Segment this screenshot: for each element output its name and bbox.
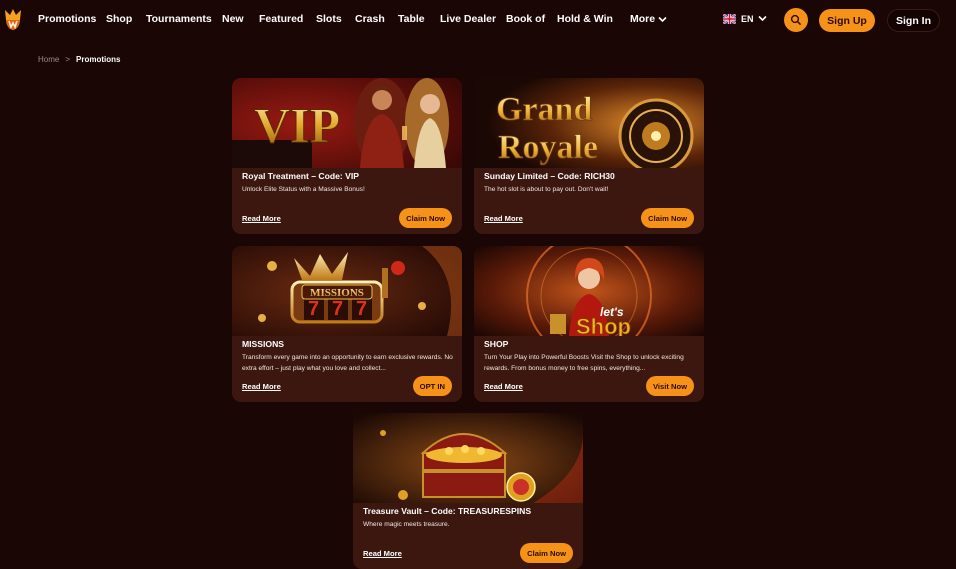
nav-promotions[interactable]: Promotions (38, 13, 96, 25)
claim-now-button[interactable]: Claim Now (399, 208, 452, 228)
nav-new[interactable]: New (222, 13, 244, 25)
promo-image-treasure-vault (353, 413, 583, 503)
nav-hold-and-win[interactable]: Hold & Win (557, 13, 613, 25)
nav-table[interactable]: Table (398, 13, 425, 25)
promo-card-shop: let's Shop SHOP Turn Your Play into Powe… (474, 246, 704, 402)
promo-title: SHOP (484, 339, 509, 349)
visit-now-button[interactable]: Visit Now (645, 376, 694, 396)
promo-image-shop: let's Shop (474, 246, 704, 336)
promo-image-grand-royale: Grand Royale (474, 78, 704, 168)
breadcrumb: Home > Promotions (38, 55, 120, 64)
nav-live-dealer[interactable]: Live Dealer (440, 13, 496, 25)
read-more-link[interactable]: Read More (242, 382, 281, 391)
vip-banner-text: VIP (254, 97, 340, 153)
claim-now-button[interactable]: Claim Now (641, 208, 694, 228)
promo-card-sunday-limited: Grand Royale Sunday Limited – Code: RICH… (474, 78, 704, 234)
promo-description: Unlock Elite Status with a Massive Bonus… (242, 186, 365, 193)
promo-description: Transform every game into an opportunity… (242, 354, 453, 372)
missions-banner-art: 7 7 7 MISSIONS (232, 246, 462, 336)
chevron-down-icon[interactable] (657, 14, 668, 25)
svg-text:7: 7 (356, 298, 367, 320)
promo-title: Sunday Limited – Code: RICH30 (484, 171, 615, 181)
promo-image-vip: VIP (232, 78, 462, 168)
promo-description: Turn Your Play into Powerful Boosts Visi… (484, 354, 684, 372)
promo-description: Where magic meets treasure. (363, 521, 450, 528)
search-icon (790, 14, 802, 26)
chevron-down-icon (758, 15, 767, 22)
nav-slots[interactable]: Slots (316, 13, 342, 25)
language-label: EN (741, 14, 754, 24)
promo-card-treasure-vault: Treasure Vault – Code: TREASURESPINS Whe… (353, 413, 583, 569)
claim-now-button[interactable]: Claim Now (520, 543, 573, 563)
read-more-link[interactable]: Read More (363, 549, 402, 558)
nav-more[interactable]: More (630, 13, 655, 25)
promo-description: The hot slot is about to pay out. Don't … (484, 186, 609, 193)
grand-royale-banner-art: Grand Royale (474, 78, 704, 168)
site-header: Promotions Shop Tournaments New Featured… (0, 0, 956, 40)
svg-text:7: 7 (332, 298, 343, 320)
nav-crash[interactable]: Crash (355, 13, 385, 25)
uk-flag-icon (723, 14, 736, 24)
promo-title: MISSIONS (242, 339, 285, 349)
sign-in-button[interactable]: Sign In (887, 9, 940, 32)
breadcrumb-home[interactable]: Home (38, 55, 59, 64)
breadcrumb-separator: > (65, 55, 71, 64)
promo-card-missions: 7 7 7 MISSIONS MISSIONS Transform every … (232, 246, 462, 402)
promo-image-missions: 7 7 7 MISSIONS (232, 246, 462, 336)
sign-up-button[interactable]: Sign Up (819, 9, 875, 32)
breadcrumb-current: Promotions (76, 55, 121, 64)
main-navigation: Promotions Shop Tournaments New Featured… (0, 13, 956, 29)
read-more-link[interactable]: Read More (484, 382, 523, 391)
read-more-link[interactable]: Read More (484, 214, 523, 223)
shop-banner-line-2: Shop (576, 314, 631, 336)
nav-tournaments[interactable]: Tournaments (146, 13, 212, 25)
grand-royale-line-2: Royale (498, 129, 598, 166)
shop-banner-art: let's Shop (474, 246, 704, 336)
missions-banner-text: MISSIONS (310, 287, 364, 299)
opt-in-button[interactable]: OPT IN (412, 376, 452, 396)
nav-featured[interactable]: Featured (259, 13, 303, 25)
vip-banner-art: VIP (232, 78, 462, 168)
promo-title: Royal Treatment – Code: VIP (242, 171, 360, 181)
nav-book-of[interactable]: Book of (506, 13, 545, 25)
promo-card-vip: VIP Royal Treatment – Code: VIP Unlock E… (232, 78, 462, 234)
nav-shop[interactable]: Shop (106, 13, 132, 25)
svg-text:7: 7 (308, 298, 319, 320)
grand-royale-line-1: Grand (496, 91, 592, 128)
read-more-link[interactable]: Read More (242, 214, 281, 223)
promo-title: Treasure Vault – Code: TREASURESPINS (363, 506, 532, 516)
search-button[interactable] (784, 8, 808, 32)
treasure-chest-banner-art (353, 413, 583, 503)
